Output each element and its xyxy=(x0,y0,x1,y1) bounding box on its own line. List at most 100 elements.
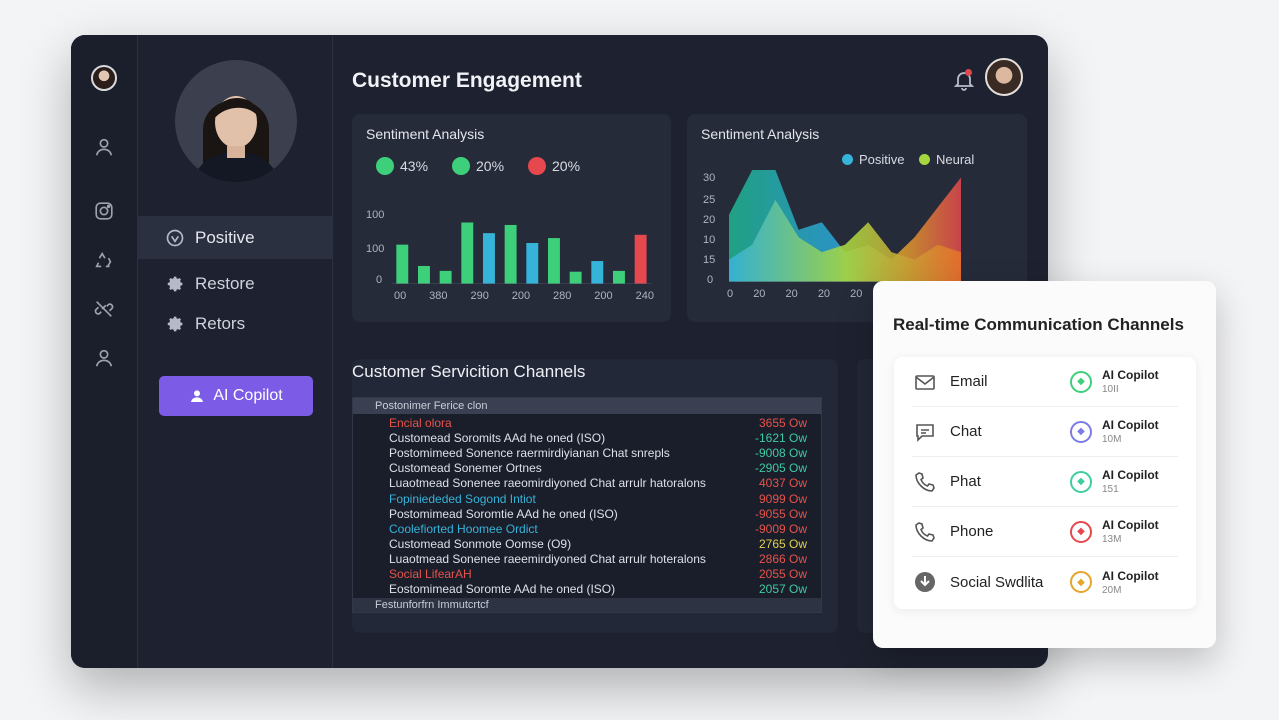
legend-positive: Positive xyxy=(842,152,905,167)
table-row[interactable]: Social LifearAH 2055 Ow xyxy=(389,567,807,582)
copilot-label: AI Copilot xyxy=(1102,368,1159,382)
channel-value: 3655 Ow xyxy=(758,416,807,430)
x-tick: 240 xyxy=(635,290,654,302)
ai-copilot-button[interactable]: AI Copilot xyxy=(159,376,313,416)
stat-dot xyxy=(452,157,470,175)
bar xyxy=(569,271,582,284)
gear-icon xyxy=(167,316,183,331)
bar xyxy=(634,234,647,284)
realtime-list: Email ◆ AI Copilot 10II Chat ◆ AI Copilo… xyxy=(894,357,1196,609)
y-tick: 0 xyxy=(376,274,383,286)
table-row[interactable]: Postomimead Soromtie AAd he oned (ISO) -9… xyxy=(389,507,807,522)
x-tick: 200 xyxy=(594,290,613,302)
x-axis-ticks: 00 380 290 200 280 200 240 xyxy=(394,290,654,302)
copilot-label: AI Copilot xyxy=(1102,518,1159,532)
table-row[interactable]: Coolefiorted Hoomee Ordict -9009 Ow xyxy=(389,522,807,537)
table-row[interactable]: Encial olora 3655 Ow xyxy=(389,416,807,431)
channel-value: 2765 Ow xyxy=(758,536,807,551)
table-row[interactable]: Customead Soromits AAd he oned (ISO) -162… xyxy=(389,431,807,446)
card-title: Sentiment Analysis xyxy=(366,126,485,142)
realtime-title: Real-time Communication Channels xyxy=(893,315,1184,334)
table-row[interactable]: Luaotmead Sonenee raeemirdiyoned Chat ar… xyxy=(389,552,807,567)
table-row[interactable]: Postomimeed Sonence raermirdiyianan Chat… xyxy=(389,446,807,461)
table-row[interactable]: Customead Sonmote Oomse (O9) 2765 Ow xyxy=(389,537,807,552)
instagram-icon[interactable] xyxy=(91,198,117,224)
sidebar-item-label: Positive xyxy=(195,227,255,247)
x-tick: 380 xyxy=(429,290,448,302)
stat-neutral: 20% xyxy=(452,157,504,175)
channel-value: -9008 Ow xyxy=(754,446,807,461)
bar xyxy=(548,238,560,284)
sidebar-item-restore[interactable]: Restore xyxy=(138,262,333,305)
copilot-label: AI Copilot xyxy=(1102,468,1159,482)
channel-meta: AI Copilot 13M xyxy=(1102,518,1159,545)
sentiment-area-chart xyxy=(729,170,961,282)
user-icon[interactable] xyxy=(91,134,117,160)
channel-value: -9009 Ow xyxy=(754,521,807,536)
y-tick: 30 xyxy=(703,172,716,184)
notification-dot xyxy=(965,69,972,76)
bar xyxy=(418,265,430,284)
list-item[interactable]: Email ◆ AI Copilot 10II xyxy=(912,357,1178,407)
channel-label: Customead Soromits AAd he oned (ISO) xyxy=(389,431,606,446)
channel-label: Encial olora xyxy=(389,416,452,430)
table-row[interactable]: Luaotmead Sonenee raeomirdiyoned Chat ar… xyxy=(389,476,807,491)
bell-icon[interactable] xyxy=(952,68,976,92)
channel-count: 151 xyxy=(1102,484,1119,495)
channel-meta: AI Copilot 151 xyxy=(1102,468,1159,495)
stat-dot xyxy=(376,157,394,175)
channel-value: -1621 Ow xyxy=(754,431,807,446)
stat-value: 20% xyxy=(552,158,581,174)
list-item[interactable]: Phat ◆ AI Copilot 151 xyxy=(912,457,1178,507)
list-item[interactable]: Chat ◆ AI Copilot 10M xyxy=(912,407,1178,457)
channel-label: Postomimead Soromtie AAd he oned (ISO) xyxy=(389,506,618,521)
x-tick: 00 xyxy=(394,290,407,302)
person-icon[interactable] xyxy=(91,345,117,371)
y-tick: 100 xyxy=(366,243,385,255)
channel-count: 10M xyxy=(1102,434,1122,445)
phone-icon xyxy=(912,469,938,495)
y-tick: 15 xyxy=(703,254,716,266)
bar xyxy=(504,224,517,284)
avatar[interactable] xyxy=(985,58,1023,96)
sidebar-item-retors[interactable]: Retors xyxy=(138,302,333,345)
legend-label: Neural xyxy=(936,152,975,167)
x-tick: 200 xyxy=(511,290,531,302)
channel-value: -2905 Ow xyxy=(754,461,807,476)
sentiment-card-left: Sentiment Analysis 43% 20% 20% 100 100 0… xyxy=(352,114,671,322)
table-row[interactable]: Customead Sonemer Ortnes -2905 Ow xyxy=(389,461,807,476)
shield-icon xyxy=(166,229,184,246)
copilot-badge-icon: ◆ xyxy=(1070,370,1092,393)
rail-avatar[interactable] xyxy=(91,65,117,91)
realtime-panel: Real-time Communication Channels Email ◆… xyxy=(873,281,1216,648)
channel-label: Eostomimead Soromte AAd he oned (ISO) xyxy=(389,582,616,597)
list-item[interactable]: Phone ◆ AI Copilot 13M xyxy=(912,507,1178,557)
channel-label: Postomimeed Sonence raermirdiyianan Chat… xyxy=(389,446,670,461)
copilot-badge-icon: ◆ xyxy=(1070,420,1092,443)
x-tick: 280 xyxy=(553,290,572,302)
ai-copilot-label: AI Copilot xyxy=(213,387,283,404)
chat-icon xyxy=(912,419,938,445)
table-row[interactable]: Fopiniededed Sogond Intiot 9099 Ow xyxy=(389,492,807,507)
table-row[interactable]: Eostomimead Soromte AAd he oned (ISO) 205… xyxy=(389,582,807,597)
channel-name: Phone xyxy=(950,523,994,540)
recycle-icon[interactable] xyxy=(91,247,117,273)
channel-label: Social LifearAH xyxy=(389,567,472,581)
x-tick: 20 xyxy=(753,288,766,300)
sidebar-item-label: Restore xyxy=(195,273,255,293)
channel-value: -9055 Ow xyxy=(754,506,807,521)
sidebar-item-positive[interactable]: Positive xyxy=(138,216,333,259)
bar xyxy=(526,243,539,284)
channels-list-header: Postonimer Ferice clon xyxy=(353,398,821,414)
bar xyxy=(613,270,625,284)
phone-icon xyxy=(912,519,938,545)
y-tick: 25 xyxy=(703,194,716,206)
no-link-icon[interactable] xyxy=(91,296,117,322)
y-tick: 0 xyxy=(707,274,714,286)
channels-list-footer: Festunforfrn Immutcrtcf xyxy=(353,598,821,612)
x-tick: 20 xyxy=(785,288,798,300)
channel-meta: AI Copilot 10M xyxy=(1102,418,1159,445)
gear-icon xyxy=(167,276,183,291)
channel-name: Chat xyxy=(950,423,982,440)
list-item[interactable]: Social Swdlita ◆ AI Copilot 20M xyxy=(912,557,1178,607)
